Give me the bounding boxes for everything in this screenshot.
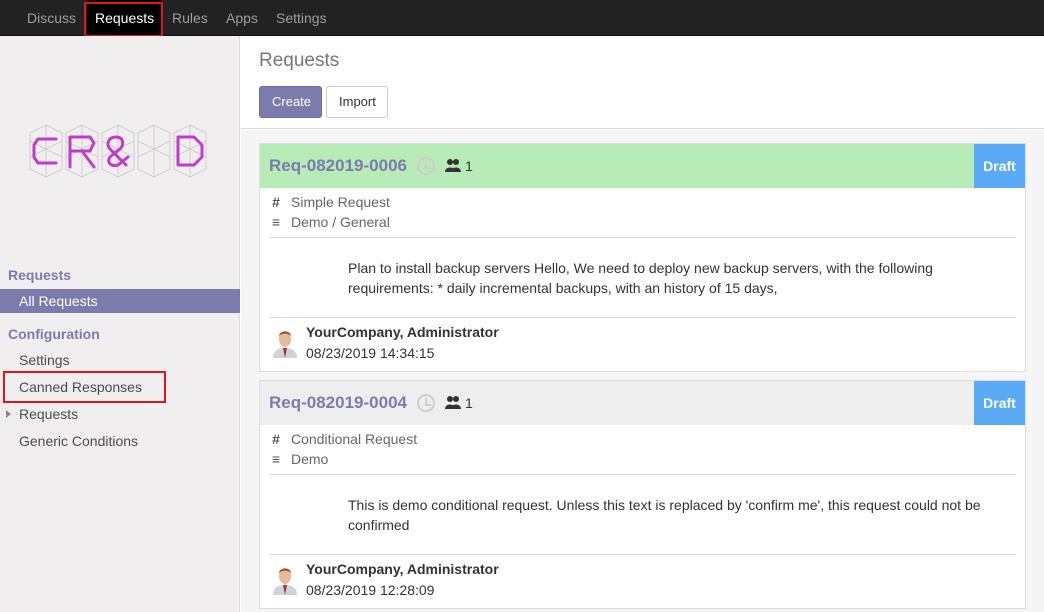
followers-count: 1 bbox=[465, 158, 473, 174]
request-description: Plan to install backup servers Hello, We… bbox=[348, 260, 933, 296]
request-type-row: # Conditional Request bbox=[269, 429, 417, 449]
sidebar-item-generic-conditions[interactable]: Generic Conditions bbox=[0, 429, 240, 453]
sidebar-item-requests[interactable]: Requests bbox=[0, 402, 240, 426]
cr-and-d-logo bbox=[29, 124, 207, 178]
stage-badge: Draft bbox=[974, 381, 1025, 425]
highlight-canned-responses bbox=[3, 371, 166, 403]
list-icon: ≡ bbox=[271, 214, 281, 230]
list-icon: ≡ bbox=[271, 451, 281, 467]
request-author: YourCompany, Administrator bbox=[306, 561, 499, 577]
sidebar-item-settings[interactable]: Settings bbox=[0, 348, 240, 372]
highlight-requests-menu bbox=[84, 2, 163, 37]
avatar bbox=[269, 326, 301, 358]
users-icon bbox=[445, 396, 461, 409]
stage-badge: Draft bbox=[974, 144, 1025, 188]
avatar bbox=[269, 563, 301, 595]
request-date: 08/23/2019 12:28:09 bbox=[306, 582, 435, 598]
divider bbox=[269, 237, 1016, 238]
create-button[interactable]: Create bbox=[259, 86, 322, 118]
hashtag-icon: # bbox=[272, 431, 280, 447]
page-title: Requests bbox=[259, 50, 340, 71]
request-category-row: ≡ Demo / General bbox=[269, 212, 390, 232]
caret-right-icon bbox=[6, 410, 11, 418]
menu-rules[interactable]: Rules bbox=[172, 0, 208, 36]
clock-icon[interactable] bbox=[417, 394, 435, 412]
request-category: Demo bbox=[291, 451, 329, 467]
request-type: Conditional Request bbox=[291, 431, 418, 447]
request-category-row: ≡ Demo bbox=[269, 449, 328, 469]
request-name[interactable]: Req-082019-0006 bbox=[269, 156, 407, 176]
hashtag-icon: # bbox=[272, 194, 280, 210]
menu-settings[interactable]: Settings bbox=[276, 0, 327, 36]
request-type-row: # Simple Request bbox=[269, 192, 390, 212]
request-name[interactable]: Req-082019-0004 bbox=[269, 393, 407, 413]
request-card[interactable]: Req-082019-0004 1 Draft # Conditional Req… bbox=[259, 380, 1026, 609]
clock-icon[interactable] bbox=[417, 157, 435, 175]
divider bbox=[269, 317, 1016, 318]
kanban-view: Req-082019-0006 1 Draft # Simple Request … bbox=[241, 130, 1044, 612]
users-icon bbox=[445, 159, 461, 172]
card-header: Req-082019-0004 1 Draft bbox=[260, 381, 1025, 425]
control-panel: Requests Create Import bbox=[241, 36, 1044, 129]
sidebar-item-all-requests[interactable]: All Requests bbox=[0, 289, 240, 313]
request-description: This is demo conditional request. Unless… bbox=[348, 497, 981, 533]
request-date: 08/23/2019 14:34:15 bbox=[306, 345, 435, 361]
menu-apps[interactable]: Apps bbox=[226, 0, 258, 36]
import-button[interactable]: Import bbox=[326, 86, 388, 118]
request-category: Demo / General bbox=[291, 214, 390, 230]
sidebar-section-configuration: Configuration bbox=[8, 326, 100, 342]
sidebar: Requests All Requests Configuration Sett… bbox=[0, 36, 240, 612]
divider bbox=[269, 474, 1016, 475]
menu-discuss[interactable]: Discuss bbox=[27, 0, 76, 36]
request-card[interactable]: Req-082019-0006 1 Draft # Simple Request … bbox=[259, 143, 1026, 372]
request-author: YourCompany, Administrator bbox=[306, 324, 499, 340]
followers-count: 1 bbox=[465, 395, 473, 411]
sidebar-section-requests: Requests bbox=[8, 267, 72, 283]
request-type: Simple Request bbox=[291, 194, 390, 210]
sidebar-item-requests-label: Requests bbox=[19, 406, 79, 422]
card-header: Req-082019-0006 1 Draft bbox=[260, 144, 1025, 188]
divider bbox=[269, 554, 1016, 555]
